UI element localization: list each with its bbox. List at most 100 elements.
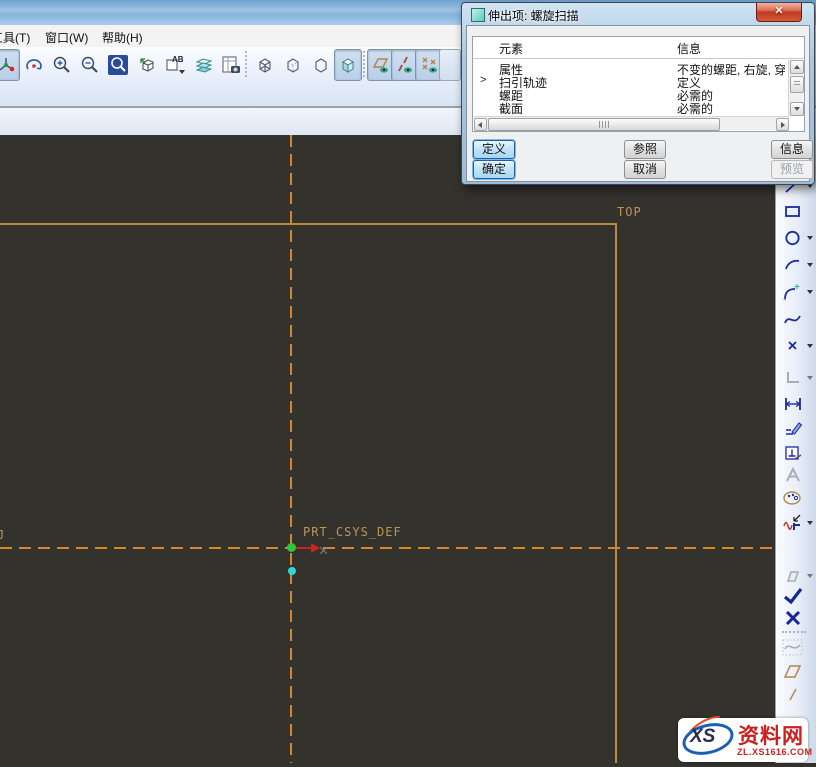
- view-manager-button[interactable]: [217, 49, 245, 81]
- spin-center-button[interactable]: [0, 49, 20, 81]
- vertex-cyan[interactable]: [288, 567, 296, 575]
- column-header-info: 信息: [677, 40, 701, 57]
- thumb-grip: [794, 81, 800, 87]
- element-table[interactable]: 元素 信息 属性 不变的螺距, 右旋, 穿 > 扫引轨迹 定义 螺距 必需的 截…: [472, 36, 805, 132]
- modify-dimensions-icon: [783, 419, 803, 439]
- saved-views-button[interactable]: AB: [161, 49, 189, 81]
- text-tool-button[interactable]: [781, 464, 805, 486]
- menu-tools[interactable]: 工具(T): [0, 29, 30, 46]
- preview-button[interactable]: 预览: [771, 160, 813, 179]
- info-button[interactable]: 信息: [771, 140, 813, 159]
- dialog-close-button[interactable]: ✕: [756, 3, 802, 22]
- scroll-right-button[interactable]: [776, 118, 789, 131]
- text-icon: [783, 465, 803, 485]
- zoom-out-button[interactable]: [76, 49, 104, 81]
- point-tool-button[interactable]: [781, 335, 805, 357]
- saved-views-icon-label: AB: [172, 55, 184, 64]
- orient-mode-button[interactable]: [20, 49, 48, 81]
- mirror-tool-button[interactable]: [781, 565, 805, 587]
- point-tool-dropdown[interactable]: [807, 344, 813, 348]
- circle-tool-button[interactable]: [781, 227, 805, 249]
- arc-tool-dropdown[interactable]: [807, 263, 813, 267]
- mirror-tool-dropdown[interactable]: [807, 574, 813, 578]
- coordinate-system-tool-button[interactable]: [781, 367, 805, 389]
- scroll-down-icon: [794, 107, 800, 111]
- hidden-line-display-button[interactable]: [279, 49, 307, 81]
- zoom-in-icon: [52, 55, 72, 75]
- info-cell: 必需的: [677, 100, 713, 115]
- hidden-line-display-icon: [283, 55, 303, 75]
- trim-icon: [782, 512, 804, 534]
- vertical-scrollbar[interactable]: [788, 60, 803, 116]
- parallelogram-icon: [782, 661, 804, 683]
- partial-tool-button[interactable]: [781, 683, 805, 705]
- trim-tool-button[interactable]: [781, 512, 805, 534]
- scroll-left-button[interactable]: [474, 118, 487, 131]
- dimension-tool-button[interactable]: [781, 393, 805, 415]
- layers-button[interactable]: [190, 49, 218, 81]
- origin-vertex-green[interactable]: [287, 543, 296, 552]
- graphics-viewport[interactable]: TOP PRT_CSYS_DEF J: [0, 135, 775, 763]
- zoom-in-button[interactable]: [48, 49, 76, 81]
- wireframe-display-button[interactable]: [251, 49, 279, 81]
- sketch-diagnostics-button[interactable]: [781, 637, 805, 659]
- sketch-done-button[interactable]: [781, 585, 805, 607]
- datum-axes-toggle-icon: [395, 55, 415, 75]
- spin-center-icon: [0, 55, 16, 75]
- fillet-icon: [782, 281, 804, 303]
- no-hidden-display-button[interactable]: [307, 49, 335, 81]
- arc-tool-button[interactable]: [781, 254, 805, 276]
- menu-help[interactable]: 帮助(H): [102, 29, 143, 46]
- scroll-left-icon: [478, 122, 482, 128]
- sketch-quit-button[interactable]: [781, 607, 805, 629]
- circle-icon: [783, 228, 803, 248]
- mirror-icon: [783, 566, 803, 586]
- scroll-down-button[interactable]: [790, 102, 804, 116]
- helical-sweep-dialog: 伸出项: 螺旋扫描 ✕ 元素 信息 属性 不变的螺距, 右旋, 穿 > 扫引轨迹…: [461, 2, 815, 185]
- column-header-element: 元素: [499, 40, 523, 57]
- watermark-url: ZL.XS1616.COM: [737, 747, 813, 757]
- horizontal-scroll-thumb[interactable]: [488, 118, 720, 131]
- modify-dimensions-tool-button[interactable]: [781, 418, 805, 440]
- top-plane-label: TOP: [617, 205, 642, 219]
- coordinate-system-dropdown[interactable]: [807, 376, 813, 380]
- vertical-scroll-thumb[interactable]: [790, 76, 804, 93]
- fillet-tool-button[interactable]: [781, 281, 805, 303]
- dimension-icon: [783, 394, 803, 414]
- layers-icon: [193, 54, 215, 76]
- zoom-refit-button[interactable]: [104, 49, 132, 81]
- coordinate-system-icon: [783, 368, 803, 388]
- partial-toggle-button[interactable]: [439, 49, 461, 81]
- scroll-up-button[interactable]: [790, 60, 804, 74]
- ok-button[interactable]: 确定: [473, 160, 515, 179]
- circle-tool-dropdown[interactable]: [807, 236, 813, 240]
- shaded-display-button[interactable]: [334, 49, 362, 81]
- reorient-view-button[interactable]: [133, 49, 161, 81]
- palette-tool-button[interactable]: [781, 487, 805, 509]
- trim-tool-dropdown[interactable]: [807, 521, 813, 525]
- csys-label: PRT_CSYS_DEF: [303, 525, 402, 539]
- sketch-plane-right-edge: [615, 223, 617, 763]
- fillet-tool-dropdown[interactable]: [807, 290, 813, 294]
- parallelogram-tool-button[interactable]: [781, 661, 805, 683]
- scroll-right-icon: [781, 122, 785, 128]
- csys-x-axis-arrow-head: [311, 543, 320, 553]
- rectangle-tool-button[interactable]: [781, 201, 805, 223]
- spline-tool-button[interactable]: [781, 309, 805, 331]
- menu-window[interactable]: 窗口(W): [45, 29, 88, 46]
- orient-mode-icon: [24, 55, 44, 75]
- view-manager-icon: [220, 54, 242, 76]
- selected-row-marker: >: [480, 74, 486, 86]
- dialog-app-icon: [471, 8, 485, 22]
- constraints-tool-button[interactable]: [781, 442, 805, 464]
- cancel-button[interactable]: 取消: [624, 160, 666, 179]
- references-button[interactable]: 参照: [624, 140, 666, 159]
- horizontal-scrollbar[interactable]: [474, 116, 789, 130]
- thumb-grip: [599, 121, 609, 128]
- watermark-logo-text: XS: [690, 726, 715, 748]
- zoom-refit-icon: [107, 54, 129, 76]
- define-button[interactable]: 定义: [473, 140, 515, 159]
- sketcher-toolbar-separator: [782, 631, 806, 633]
- done-check-icon: [782, 585, 804, 607]
- table-row[interactable]: 截面 必需的: [473, 100, 804, 115]
